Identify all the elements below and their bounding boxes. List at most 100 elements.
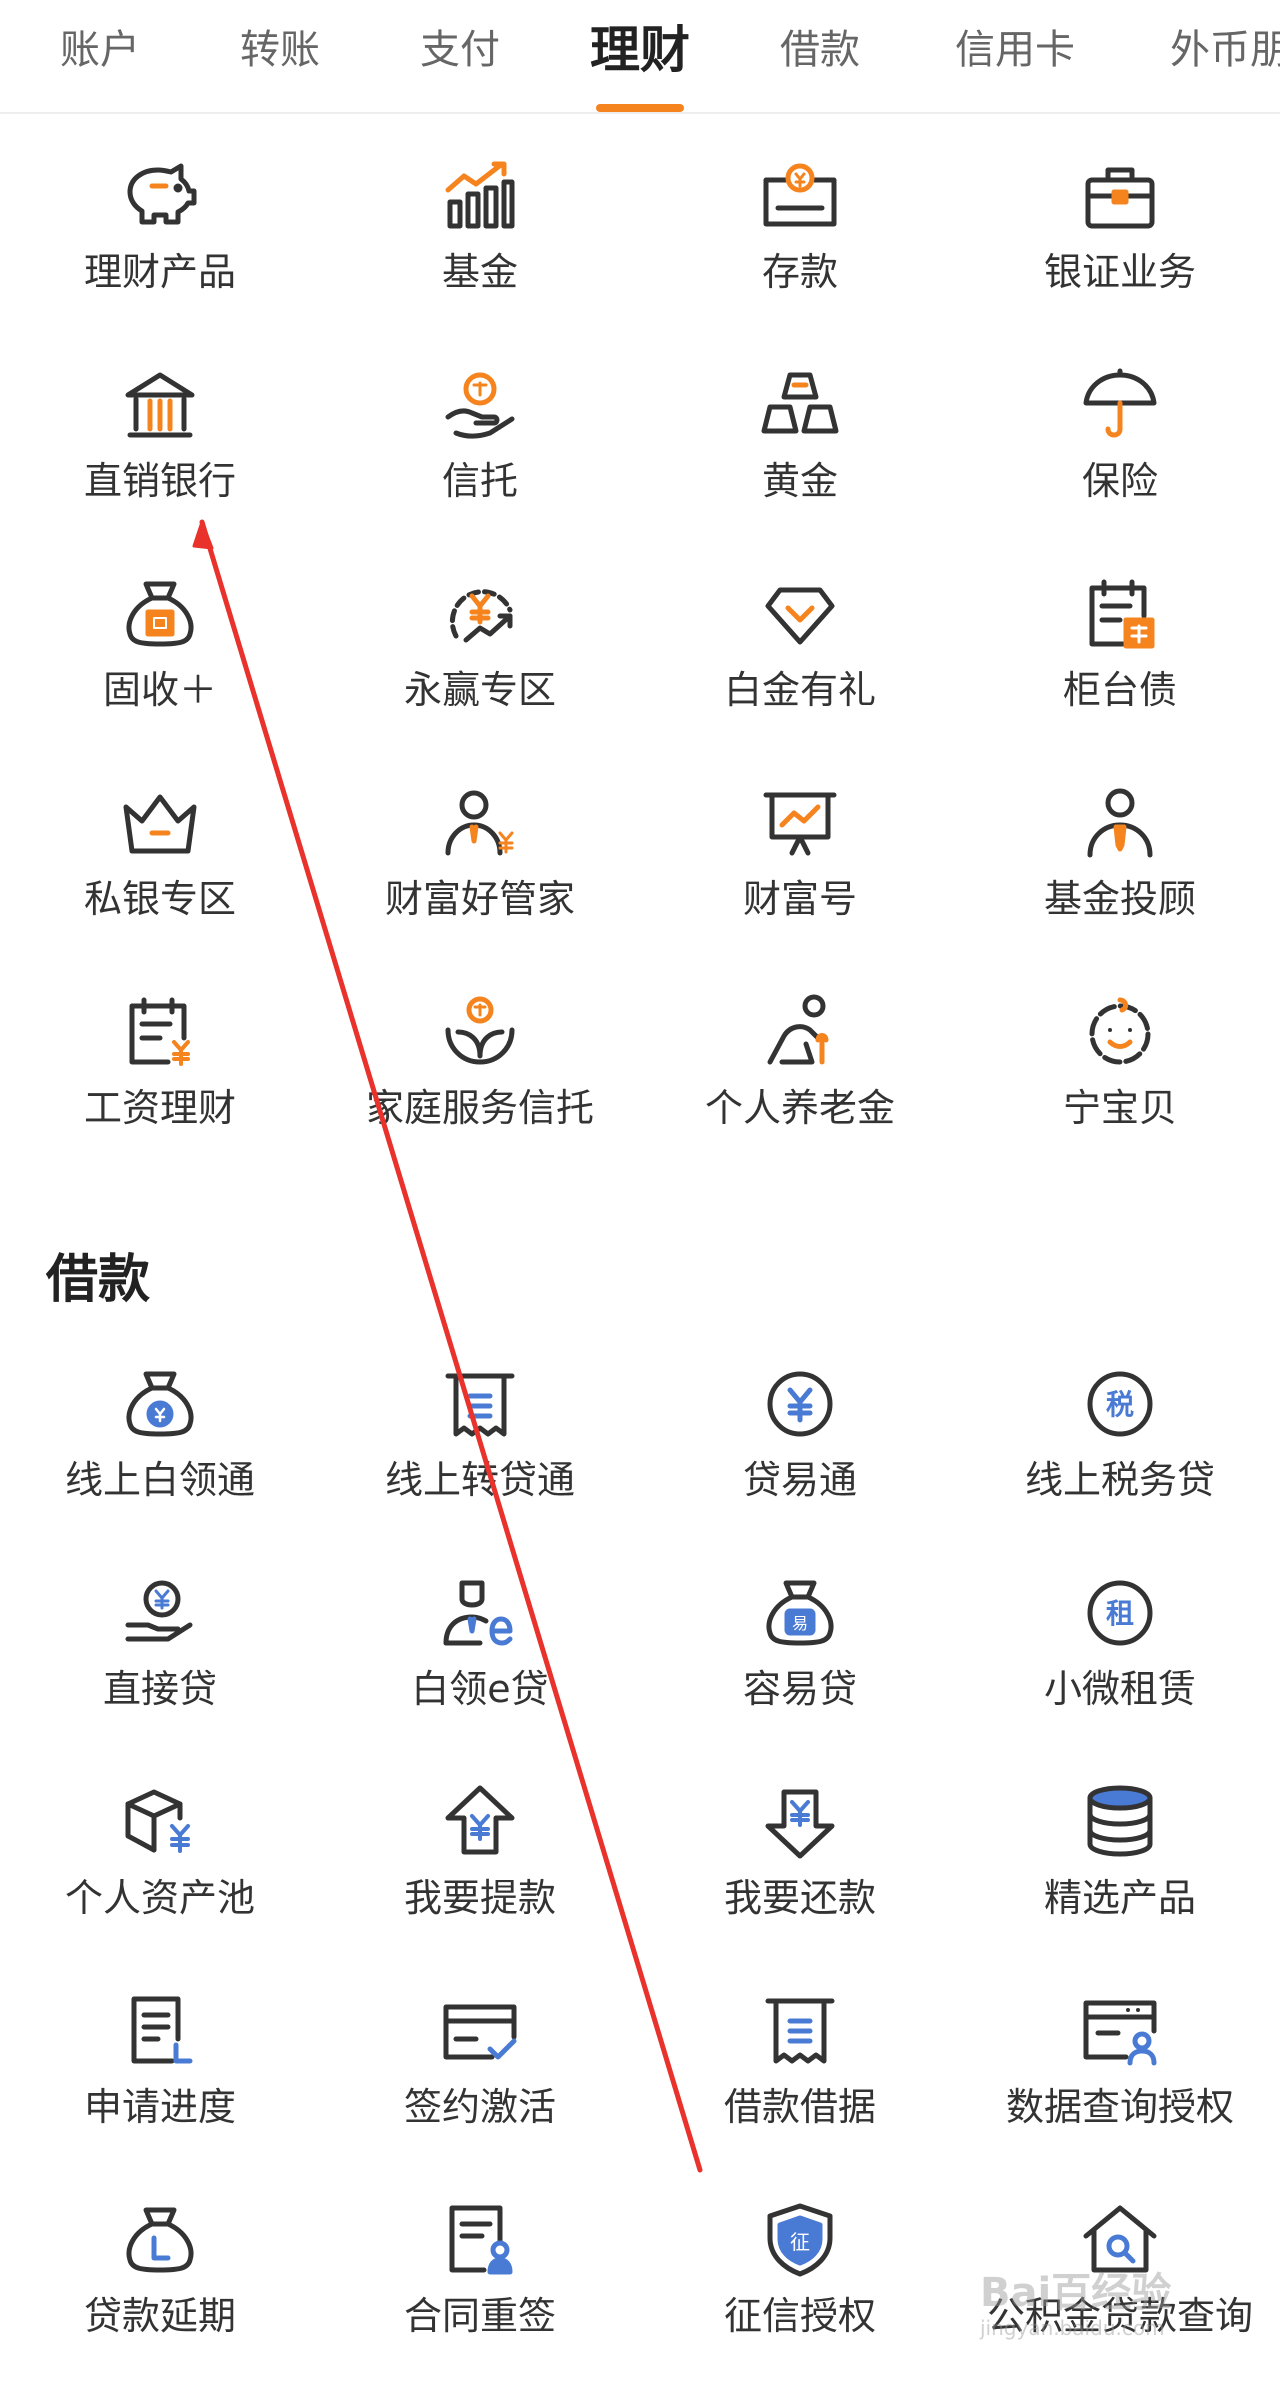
grid-item-label: 直销银行	[83, 459, 236, 503]
grid-item-fund-advisor[interactable]: 基金投顾	[960, 739, 1280, 948]
grid-item-label: 借款借据	[723, 2085, 876, 2129]
tab-loan[interactable]: 借款	[760, 0, 880, 112]
grid-item-contract-resign[interactable]: 合同重签	[320, 2156, 640, 2365]
grid-item-label: 容易贷	[742, 1667, 857, 1711]
tab-forex[interactable]: 外币朋	[1170, 0, 1280, 112]
grid-item-featured-products[interactable]: 精选产品	[960, 1738, 1280, 1947]
grid-item-fixed-income[interactable]: 固收＋	[0, 530, 320, 739]
shield-credit-icon: 征	[756, 2196, 844, 2284]
grid-item-withdraw[interactable]: 我要提款	[320, 1738, 640, 1947]
presentation-board-icon	[756, 779, 844, 867]
top-tab-bar: 账户 转账 支付 理财 借款 信用卡 外币朋	[0, 0, 1280, 114]
card-check-icon	[436, 1987, 524, 2075]
grid-item-label: 保险	[1081, 459, 1158, 503]
gold-bars-icon	[756, 361, 844, 449]
loan-grid: 线上白领通 线上转贷通 贷易通 税 线上税务贷 直接贷 白领e贷 易 容易贷 租…	[0, 1320, 1280, 2365]
easy-bag-icon: 易	[756, 1569, 844, 1657]
grid-item-label: 柜台债	[1062, 668, 1177, 712]
grid-item-wealth-products[interactable]: 理财产品	[0, 112, 320, 321]
tab-credit-card[interactable]: 信用卡	[940, 0, 1090, 112]
grid-item-daiyitong[interactable]: 贷易通	[640, 1320, 960, 1529]
grid-item-online-tax-loan[interactable]: 税 线上税务贷	[960, 1320, 1280, 1529]
grid-item-personal-pension[interactable]: 个人养老金	[640, 948, 960, 1157]
svg-text:租: 租	[1106, 1597, 1134, 1630]
grid-item-label: 财富号	[742, 877, 857, 921]
tab-wealth[interactable]: 理财	[570, 0, 710, 112]
grid-item-micro-lease[interactable]: 租 小微租赁	[960, 1529, 1280, 1738]
grid-item-easy-loan[interactable]: 易 容易贷	[640, 1529, 960, 1738]
grid-item-label: 永赢专区	[403, 668, 556, 712]
bar-chart-icon	[436, 152, 524, 240]
grid-item-label: 工资理财	[83, 1086, 236, 1130]
grid-item-label: 个人养老金	[704, 1086, 895, 1130]
grid-item-label: 黄金	[761, 459, 838, 503]
grid-item-ning-baby[interactable]: 宁宝贝	[960, 948, 1280, 1157]
lease-coin-icon: 租	[1076, 1569, 1164, 1657]
grid-item-label: 信托	[441, 459, 518, 503]
grid-item-platinum-gift[interactable]: 白金有礼	[640, 530, 960, 739]
grid-item-label: 数据查询授权	[1005, 2085, 1234, 2129]
grid-item-label: 线上税务贷	[1024, 1458, 1215, 1502]
yuan-circle-arrow-icon	[436, 570, 524, 658]
grid-item-loan-extension[interactable]: 贷款延期	[0, 2156, 320, 2365]
coin-hand-icon	[116, 1569, 204, 1657]
bank-icon	[116, 361, 204, 449]
grid-item-label: 签约激活	[403, 2085, 556, 2129]
piggy-bank-icon	[116, 152, 204, 240]
briefcase-icon	[1076, 152, 1164, 240]
grid-item-data-query-auth[interactable]: 数据查询授权	[960, 1947, 1280, 2156]
database-icon	[1076, 1778, 1164, 1866]
grid-item-label: 白金有礼	[723, 668, 876, 712]
grid-item-application-progress[interactable]: 申请进度	[0, 1947, 320, 2156]
grid-item-gold[interactable]: 黄金	[640, 321, 960, 530]
grid-item-trust[interactable]: 信托	[320, 321, 640, 530]
deposit-icon	[756, 152, 844, 240]
grid-item-salary-wealth[interactable]: 工资理财	[0, 948, 320, 1157]
grid-item-fund[interactable]: 基金	[320, 112, 640, 321]
tab-account[interactable]: 账户	[40, 0, 160, 112]
active-tab-indicator	[596, 104, 684, 112]
browser-user-icon	[1076, 1987, 1164, 2075]
grid-item-label: 贷款延期	[83, 2294, 236, 2338]
grid-item-insurance[interactable]: 保险	[960, 321, 1280, 530]
grid-item-counter-bond[interactable]: 柜台债	[960, 530, 1280, 739]
grid-item-label: 基金	[441, 250, 518, 294]
grid-item-wealth-steward[interactable]: 财富好管家	[320, 739, 640, 948]
grid-item-label: 征信授权	[723, 2294, 876, 2338]
svg-text:易: 易	[792, 1614, 808, 1633]
grid-item-direct-bank[interactable]: 直销银行	[0, 321, 320, 530]
grid-item-deposit[interactable]: 存款	[640, 112, 960, 321]
grid-item-online-refinance[interactable]: 线上转贷通	[320, 1320, 640, 1529]
grid-item-credit-auth[interactable]: 征 征信授权	[640, 2156, 960, 2365]
watermark-logo: Bai百经验	[980, 2270, 1172, 2316]
svg-text:征: 征	[790, 2230, 810, 2254]
crown-icon	[116, 779, 204, 867]
grid-item-label: 线上白领通	[64, 1458, 255, 1502]
grid-item-label: 申请进度	[83, 2085, 236, 2129]
person-e-icon	[436, 1569, 524, 1657]
tab-payment[interactable]: 支付	[400, 0, 520, 112]
grid-item-loan-receipt[interactable]: 借款借据	[640, 1947, 960, 2156]
grid-item-yongying[interactable]: 永赢专区	[320, 530, 640, 739]
grid-item-online-white-collar[interactable]: 线上白领通	[0, 1320, 320, 1529]
grid-item-family-trust[interactable]: 家庭服务信托	[320, 948, 640, 1157]
salary-calendar-icon	[116, 988, 204, 1076]
grid-item-label: 直接贷	[102, 1667, 217, 1711]
grid-item-white-collar-e-loan[interactable]: 白领e贷	[320, 1529, 640, 1738]
receipt-icon	[436, 1360, 524, 1448]
grid-item-asset-pool[interactable]: 个人资产池	[0, 1738, 320, 1947]
grid-item-direct-loan[interactable]: 直接贷	[0, 1529, 320, 1738]
family-trust-icon	[436, 988, 524, 1076]
grid-item-repay[interactable]: 我要还款	[640, 1738, 960, 1947]
grid-item-sign-activate[interactable]: 签约激活	[320, 1947, 640, 2156]
grid-item-label: 线上转贷通	[384, 1458, 575, 1502]
grid-item-label: 财富好管家	[384, 877, 575, 921]
grid-item-securities[interactable]: 银证业务	[960, 112, 1280, 321]
tax-coin-icon: 税	[1076, 1360, 1164, 1448]
tab-transfer[interactable]: 转账	[220, 0, 340, 112]
grid-item-label: 基金投顾	[1043, 877, 1196, 921]
grid-item-private-bank[interactable]: 私银专区	[0, 739, 320, 948]
grid-item-wealth-account[interactable]: 财富号	[640, 739, 960, 948]
wealth-grid: 理财产品 基金 存款 银证业务 直销银行 信托 黄金 保险 固收＋ 永赢专区 白…	[0, 112, 1280, 1157]
umbrella-icon	[1076, 361, 1164, 449]
